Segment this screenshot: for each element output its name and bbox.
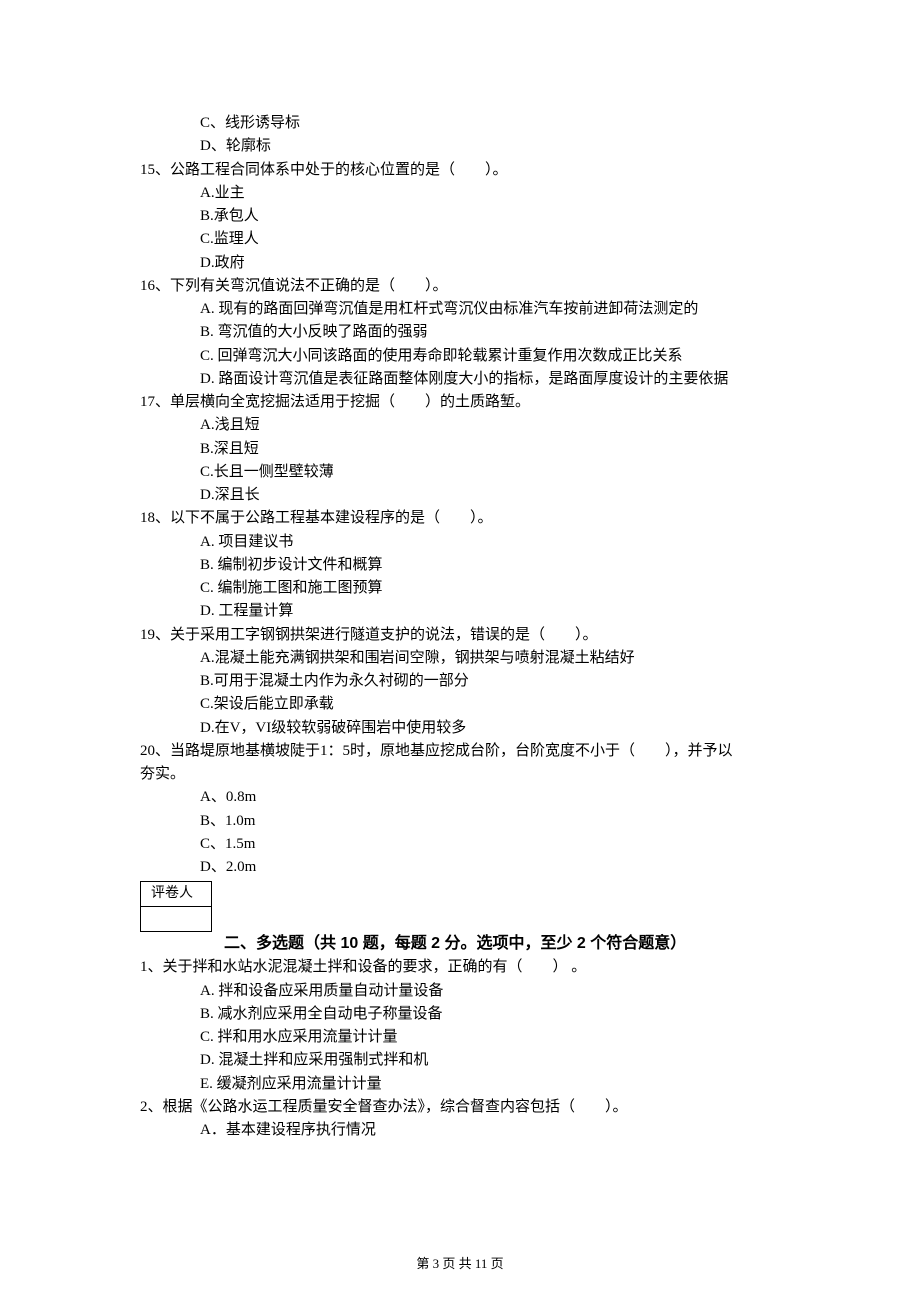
option-d-q17[interactable]: D.深且长 <box>140 484 780 507</box>
option-c-q17[interactable]: C.长且一侧型壁较薄 <box>140 461 780 484</box>
option-a-q16[interactable]: A. 现有的路面回弹弯沉值是用杠杆式弯沉仪由标准汽车按前进卸荷法测定的 <box>140 298 780 321</box>
option-a-q18[interactable]: A. 项目建议书 <box>140 531 780 554</box>
scorer-box: 评卷人 <box>140 881 212 931</box>
option-c-q19[interactable]: C.架设后能立即承载 <box>140 693 780 716</box>
option-b-q15[interactable]: B.承包人 <box>140 205 780 228</box>
option-a-q19[interactable]: A.混凝土能充满钢拱架和围岩间空隙，钢拱架与喷射混凝土粘结好 <box>140 647 780 670</box>
multi-q2-stem: 2、根据《公路水运工程质量安全督查办法》，综合督查内容包括（ ）。 <box>140 1096 780 1119</box>
option-d-q20[interactable]: D、2.0m <box>140 856 780 879</box>
option-a-mq2[interactable]: A．基本建设程序执行情况 <box>140 1119 780 1142</box>
scorer-label-cell: 评卷人 <box>141 882 212 907</box>
option-d-q19[interactable]: D.在V，VI级较软弱破碎围岩中使用较多 <box>140 717 780 740</box>
option-b-q20[interactable]: B、1.0m <box>140 810 780 833</box>
question-20-stem-line1: 20、当路堤原地基横坡陡于1：5时，原地基应挖成台阶，台阶宽度不小于（ ），并予… <box>140 740 780 763</box>
section-two-title: 二、多选题（共 10 题，每题 2 分。选项中，至少 2 个符合题意） <box>224 932 780 957</box>
option-e-mq1[interactable]: E. 缓凝剂应采用流量计计量 <box>140 1073 780 1096</box>
option-c-q15[interactable]: C.监理人 <box>140 228 780 251</box>
multi-q1-stem: 1、关于拌和水站水泥混凝土拌和设备的要求，正确的有（ ） 。 <box>140 956 780 979</box>
question-15-stem: 15、公路工程合同体系中处于的核心位置的是（ ）。 <box>140 159 780 182</box>
question-16-stem: 16、下列有关弯沉值说法不正确的是（ ）。 <box>140 275 780 298</box>
option-a-q15[interactable]: A.业主 <box>140 182 780 205</box>
option-b-mq1[interactable]: B. 减水剂应采用全自动电子称量设备 <box>140 1003 780 1026</box>
option-a-q20[interactable]: A、0.8m <box>140 786 780 809</box>
page-footer: 第 3 页 共 11 页 <box>0 1254 920 1274</box>
scorer-empty-cell <box>141 906 212 931</box>
question-17-stem: 17、单层横向全宽挖掘法适用于挖掘（ ）的土质路堑。 <box>140 391 780 414</box>
option-c-q20[interactable]: C、1.5m <box>140 833 780 856</box>
option-c-mq1[interactable]: C. 拌和用水应采用流量计计量 <box>140 1026 780 1049</box>
option-c-q14[interactable]: C、线形诱导标 <box>140 112 780 135</box>
option-b-q16[interactable]: B. 弯沉值的大小反映了路面的强弱 <box>140 321 780 344</box>
option-d-mq1[interactable]: D. 混凝土拌和应采用强制式拌和机 <box>140 1049 780 1072</box>
option-c-q16[interactable]: C. 回弹弯沉大小同该路面的使用寿命即轮载累计重复作用次数成正比关系 <box>140 345 780 368</box>
option-c-q18[interactable]: C. 编制施工图和施工图预算 <box>140 577 780 600</box>
option-b-q19[interactable]: B.可用于混凝土内作为永久衬砌的一部分 <box>140 670 780 693</box>
section-two-header: 评卷人 <box>140 881 780 931</box>
option-b-q18[interactable]: B. 编制初步设计文件和概算 <box>140 554 780 577</box>
question-20-stem-line2: 夯实。 <box>140 763 780 786</box>
option-d-q15[interactable]: D.政府 <box>140 252 780 275</box>
option-d-q14[interactable]: D、轮廓标 <box>140 135 780 158</box>
question-19-stem: 19、关于采用工字钢钢拱架进行隧道支护的说法，错误的是（ ）。 <box>140 624 780 647</box>
question-18-stem: 18、以下不属于公路工程基本建设程序的是（ ）。 <box>140 507 780 530</box>
option-b-q17[interactable]: B.深且短 <box>140 438 780 461</box>
option-d-q16[interactable]: D. 路面设计弯沉值是表征路面整体刚度大小的指标，是路面厚度设计的主要依据 <box>140 368 780 391</box>
option-a-mq1[interactable]: A. 拌和设备应采用质量自动计量设备 <box>140 980 780 1003</box>
option-d-q18[interactable]: D. 工程量计算 <box>140 600 780 623</box>
option-a-q17[interactable]: A.浅且短 <box>140 414 780 437</box>
